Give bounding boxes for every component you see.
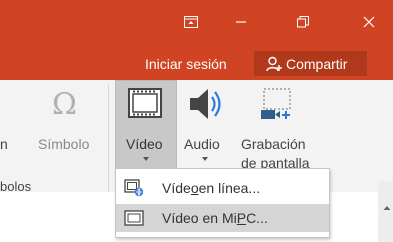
video-online-label-pre: Víde xyxy=(162,180,191,196)
minimize-icon[interactable] xyxy=(229,10,253,34)
signin-link[interactable]: Iniciar sesión xyxy=(145,56,227,72)
video-my-pc-menu-item[interactable]: Vídeo en Mi P C... xyxy=(116,204,329,232)
online-video-icon xyxy=(124,179,144,197)
restore-icon[interactable] xyxy=(291,10,315,34)
video-file-icon xyxy=(124,210,144,226)
video-button-label: Vídeo xyxy=(126,136,163,152)
close-icon[interactable] xyxy=(357,10,381,34)
video-online-label-post: en línea... xyxy=(198,180,261,196)
video-dropdown-arrow xyxy=(143,157,149,161)
video-my-pc-label-post: C... xyxy=(246,210,268,226)
film-strip-icon xyxy=(128,88,162,123)
video-dropdown-menu: Víde o en línea... Vídeo en Mi P C... xyxy=(115,168,330,238)
person-icon xyxy=(266,56,282,72)
share-button[interactable]: Compartir xyxy=(254,51,367,76)
video-online-label-accel: o xyxy=(190,180,199,196)
speaker-icon[interactable] xyxy=(187,86,229,127)
screen-recording-icon[interactable] xyxy=(256,86,296,129)
video-my-pc-label-pre: Vídeo en Mi xyxy=(162,210,237,226)
symbols-group-label: bolos xyxy=(0,179,32,194)
symbol-left-text: n xyxy=(0,136,8,152)
group-divider xyxy=(108,84,109,192)
video-online-menu-item[interactable]: Víde o en línea... xyxy=(116,174,329,202)
video-my-pc-label-accel: P xyxy=(236,210,247,226)
title-bar: Iniciar sesión Compartir xyxy=(0,0,393,80)
ribbon-display-options-icon[interactable] xyxy=(179,10,203,34)
audio-dropdown-arrow xyxy=(202,157,208,161)
omega-icon[interactable]: Ω xyxy=(52,88,77,122)
scroll-up-arrow-icon[interactable] xyxy=(383,198,391,216)
screen-recording-label-line1[interactable]: Grabación xyxy=(241,136,306,152)
symbol-button-label[interactable]: Símbolo xyxy=(38,136,89,152)
share-label: Compartir xyxy=(286,55,348,72)
audio-button-label[interactable]: Audio xyxy=(184,136,220,152)
